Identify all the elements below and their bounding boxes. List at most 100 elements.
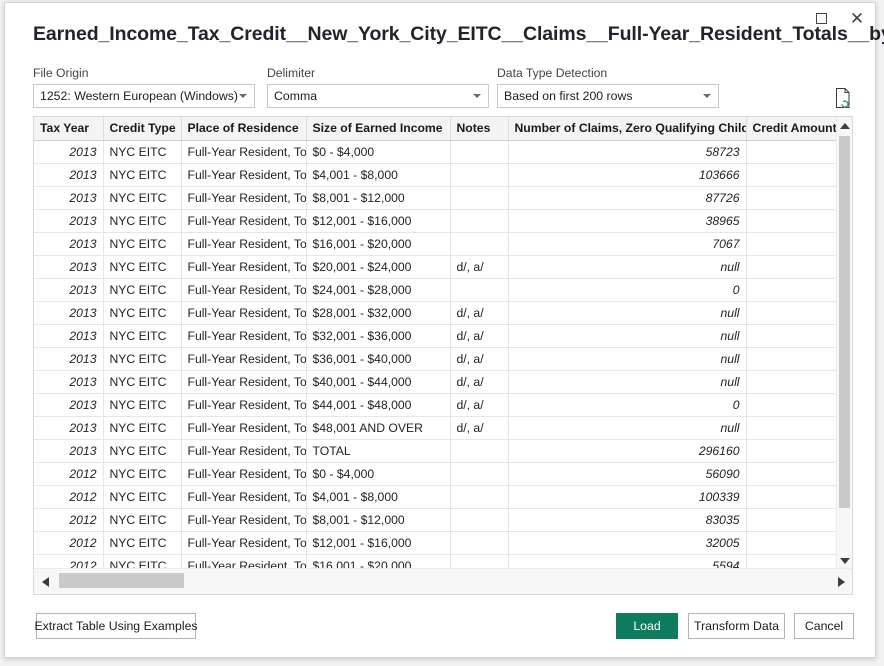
cell-place-of-residence: Full-Year Resident, Total [181, 209, 307, 233]
table-row[interactable]: 2013NYC EITCFull-Year Resident, Total$4,… [34, 163, 836, 187]
table-row[interactable]: 2013NYC EITCFull-Year Resident, Total$16… [34, 232, 836, 256]
file-origin-dropdown[interactable]: 1252: Western European (Windows) [33, 84, 255, 108]
cell-credit-amount [746, 393, 836, 417]
cell-place-of-residence: Full-Year Resident, Total [181, 416, 307, 440]
cell-credit-type: NYC EITC [103, 462, 182, 486]
table-row[interactable]: 2012NYC EITCFull-Year Resident, Total$0 … [34, 462, 836, 486]
chevron-down-icon [703, 94, 711, 98]
cell-size-of-earned-income: $12,001 - $16,000 [306, 531, 451, 555]
vertical-scrollbar[interactable] [836, 117, 852, 569]
column-header-credit-type[interactable]: Credit Type [103, 117, 182, 141]
data-type-detection-dropdown[interactable]: Based on first 200 rows [497, 84, 719, 108]
table-row[interactable]: 2013NYC EITCFull-Year Resident, Total$0 … [34, 140, 836, 164]
horizontal-scrollbar[interactable] [34, 568, 852, 594]
cell-credit-type: NYC EITC [103, 324, 182, 348]
grid-viewport: Tax Year Credit Type Place of Residence … [34, 117, 836, 569]
scroll-up-button[interactable] [837, 117, 852, 134]
load-button[interactable]: Load [616, 613, 678, 639]
cell-tax-year: 2013 [34, 347, 104, 371]
table-row[interactable]: 2012NYC EITCFull-Year Resident, Total$16… [34, 554, 836, 569]
cell-credit-type: NYC EITC [103, 209, 182, 233]
data-type-detection-value: Based on first 200 rows [504, 89, 633, 103]
cell-notes [450, 462, 509, 486]
cell-place-of-residence: Full-Year Resident, Total [181, 301, 307, 325]
cell-place-of-residence: Full-Year Resident, Total [181, 485, 307, 509]
cell-place-of-residence: Full-Year Resident, Total [181, 255, 307, 279]
column-header-credit-amount[interactable]: Credit Amount Cla [746, 117, 836, 141]
cell-number-of-claims: null [508, 324, 747, 348]
cell-number-of-claims: 38965 [508, 209, 747, 233]
cell-number-of-claims: 103666 [508, 163, 747, 187]
scroll-down-button[interactable] [837, 552, 852, 569]
transform-data-button[interactable]: Transform Data [688, 613, 785, 639]
scroll-right-button[interactable] [830, 569, 852, 594]
chevron-down-icon [839, 557, 850, 564]
cell-notes [450, 140, 509, 164]
table-header: Tax Year Credit Type Place of Residence … [34, 117, 836, 141]
delimiter-dropdown[interactable]: Comma [267, 84, 489, 108]
data-type-detection-label: Data Type Detection [497, 66, 608, 80]
table-row[interactable]: 2013NYC EITCFull-Year Resident, Total$12… [34, 209, 836, 233]
cell-credit-amount [746, 140, 836, 164]
table-row[interactable]: 2013NYC EITCFull-Year Resident, Total$32… [34, 324, 836, 348]
cell-number-of-claims: 0 [508, 278, 747, 302]
column-header-notes[interactable]: Notes [450, 117, 509, 141]
cell-notes: d/, a/ [450, 393, 509, 417]
cell-notes: d/, a/ [450, 416, 509, 440]
cell-tax-year: 2013 [34, 324, 104, 348]
document-refresh-icon[interactable] [833, 87, 853, 109]
table-row[interactable]: 2012NYC EITCFull-Year Resident, Total$4,… [34, 485, 836, 509]
cell-credit-type: NYC EITC [103, 347, 182, 371]
cell-size-of-earned-income: $16,001 - $20,000 [306, 232, 451, 256]
cell-credit-type: NYC EITC [103, 301, 182, 325]
chevron-left-icon [41, 576, 49, 587]
cell-notes [450, 278, 509, 302]
table-row[interactable]: 2013NYC EITCFull-Year Resident, Total$28… [34, 301, 836, 325]
cell-credit-amount [746, 278, 836, 302]
file-origin-field: File Origin 1252: Western European (Wind… [33, 66, 255, 108]
delimiter-field: Delimiter Comma [267, 66, 489, 108]
cell-number-of-claims: null [508, 416, 747, 440]
cell-size-of-earned-income: $0 - $4,000 [306, 140, 451, 164]
cell-tax-year: 2013 [34, 186, 104, 210]
column-header-place-of-residence[interactable]: Place of Residence [181, 117, 307, 141]
table-row[interactable]: 2013NYC EITCFull-Year Resident, Total$20… [34, 255, 836, 279]
table-row[interactable]: 2012NYC EITCFull-Year Resident, Total$12… [34, 531, 836, 555]
cell-place-of-residence: Full-Year Resident, Total [181, 163, 307, 187]
cell-credit-amount [746, 186, 836, 210]
delimiter-label: Delimiter [267, 66, 316, 80]
table-row[interactable]: 2013NYC EITCFull-Year Resident, Total$40… [34, 370, 836, 394]
scroll-left-button[interactable] [34, 569, 56, 594]
options-bar: File Origin 1252: Western European (Wind… [33, 66, 855, 114]
screen: ✕ Earned_Income_Tax_Credit__New_York_Cit… [0, 0, 884, 666]
cell-number-of-claims: 83035 [508, 508, 747, 532]
cell-notes: d/, a/ [450, 347, 509, 371]
cell-credit-amount [746, 416, 836, 440]
column-header-size-of-earned-income[interactable]: Size of Earned Income [306, 117, 451, 141]
extract-table-using-examples-button[interactable]: Extract Table Using Examples [34, 613, 198, 639]
table-row[interactable]: 2013NYC EITCFull-Year Resident, Total$8,… [34, 186, 836, 210]
cancel-button[interactable]: Cancel [794, 613, 854, 639]
table-row[interactable]: 2012NYC EITCFull-Year Resident, Total$8,… [34, 508, 836, 532]
cell-number-of-claims: 0 [508, 393, 747, 417]
cell-place-of-residence: Full-Year Resident, Total [181, 140, 307, 164]
cell-size-of-earned-income: $48,001 AND OVER [306, 416, 451, 440]
table-row[interactable]: 2013NYC EITCFull-Year Resident, Total$36… [34, 347, 836, 371]
cell-tax-year: 2013 [34, 301, 104, 325]
cell-tax-year: 2013 [34, 439, 104, 463]
table-row[interactable]: 2013NYC EITCFull-Year Resident, Total$44… [34, 393, 836, 417]
horizontal-scroll-thumb[interactable] [59, 573, 184, 588]
cell-tax-year: 2013 [34, 209, 104, 233]
cell-credit-type: NYC EITC [103, 508, 182, 532]
vertical-scroll-thumb[interactable] [839, 136, 850, 508]
table-row[interactable]: 2013NYC EITCFull-Year Resident, Total$48… [34, 416, 836, 440]
cell-notes [450, 508, 509, 532]
column-header-number-of-claims[interactable]: Number of Claims, Zero Qualifying Childr… [508, 117, 747, 141]
table-row[interactable]: 2013NYC EITCFull-Year Resident, TotalTOT… [34, 439, 836, 463]
column-header-tax-year[interactable]: Tax Year [34, 117, 104, 141]
cell-credit-type: NYC EITC [103, 370, 182, 394]
table-row[interactable]: 2013NYC EITCFull-Year Resident, Total$24… [34, 278, 836, 302]
cell-number-of-claims: 100339 [508, 485, 747, 509]
cell-size-of-earned-income: $12,001 - $16,000 [306, 209, 451, 233]
cell-credit-amount [746, 209, 836, 233]
